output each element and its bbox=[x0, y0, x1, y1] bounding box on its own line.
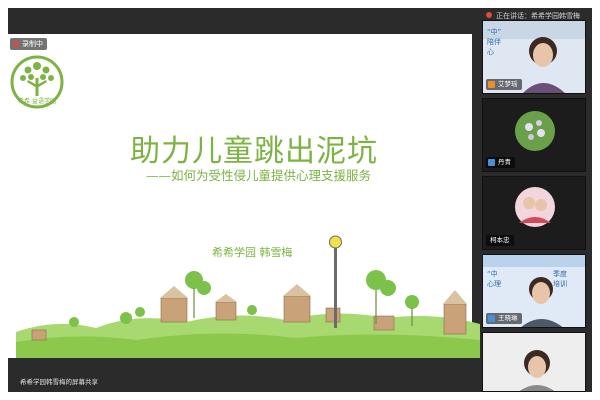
participant-name: 王晓琳 bbox=[498, 314, 518, 322]
slide-subtitle: ——如何为受性侵儿童提供心理支援服务 bbox=[146, 168, 372, 183]
host-icon bbox=[488, 81, 495, 88]
recording-badge: 录制中 bbox=[10, 38, 47, 50]
mic-icon bbox=[488, 159, 495, 166]
participant-tile[interactable]: “中” 陪伴 心 艾梦瑶 bbox=[482, 20, 586, 94]
participant-name-tag: 王晓琳 bbox=[486, 313, 522, 324]
participant-tile[interactable]: 丹青 bbox=[482, 98, 586, 172]
school-logo: 希希 益语学园 bbox=[10, 55, 64, 109]
village-illustration bbox=[16, 235, 480, 358]
tile-overlay-text: 心 bbox=[487, 48, 494, 56]
slide-title: 助力儿童跳出泥坑 bbox=[130, 134, 378, 169]
tile-overlay-text: “中 bbox=[487, 270, 498, 278]
speaking-indicator-icon bbox=[486, 12, 492, 18]
participant-list: “中” 陪伴 心 艾梦瑶 丹青 柯本忠 “中 心理 季度 培训 王晓琳 bbox=[482, 20, 586, 392]
participant-tile[interactable]: 柯本忠 bbox=[482, 176, 586, 250]
screen-share-label: 希希学园韩雪梅的屏幕共享 bbox=[20, 378, 98, 386]
logo-text: 希希 益语学园 bbox=[18, 97, 56, 105]
participant-name: 柯本忠 bbox=[490, 236, 510, 244]
participant-name-tag: 柯本忠 bbox=[486, 235, 514, 246]
participant-name: 丹青 bbox=[498, 158, 511, 166]
record-dot-icon bbox=[13, 41, 19, 47]
recording-label: 录制中 bbox=[22, 40, 43, 48]
mic-icon bbox=[488, 315, 495, 322]
tile-overlay-text: 陪伴 bbox=[487, 38, 501, 46]
participant-name-tag: 丹青 bbox=[486, 157, 515, 168]
tile-overlay-text: 季度 bbox=[553, 270, 567, 278]
tile-overlay-text: 培训 bbox=[553, 280, 567, 288]
participant-name: 艾梦瑶 bbox=[498, 80, 518, 88]
tile-overlay-text: “中” bbox=[487, 28, 502, 36]
tile-overlay-text: 心理 bbox=[487, 280, 501, 288]
participant-name-tag: 艾梦瑶 bbox=[486, 79, 522, 90]
participant-video bbox=[483, 333, 585, 391]
participant-tile[interactable] bbox=[482, 332, 586, 392]
participant-tile[interactable]: “中 心理 季度 培训 王晓琳 bbox=[482, 254, 586, 328]
